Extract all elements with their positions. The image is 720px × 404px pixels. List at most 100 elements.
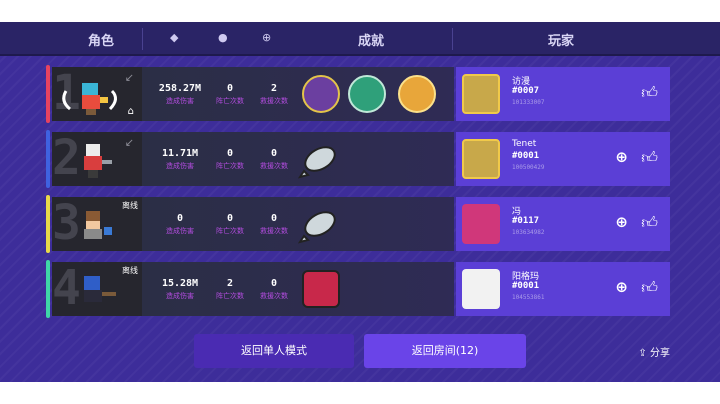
- rank-stripe: [46, 65, 50, 123]
- wolf-badge-icon[interactable]: [302, 75, 340, 113]
- character-portrait[interactable]: 4 离线: [52, 262, 142, 316]
- angel-badge-icon[interactable]: [348, 75, 386, 113]
- header-role: 角色: [88, 34, 115, 49]
- deaths-value: 0: [226, 213, 234, 224]
- like-icon[interactable]: 👍︎: [641, 278, 658, 298]
- rescues-value: 2: [270, 83, 278, 94]
- player-row: 1 ↙ ⌂ 258.27M 造成伤害 0 阵亡次数 2 救援次数 访漫 #000…: [46, 65, 670, 123]
- deaths-label: 阵亡次数: [216, 227, 244, 235]
- player-card: 冯 #0117 103634982 ⊕ 👍︎: [456, 197, 670, 251]
- header-achievements: 成就: [358, 34, 385, 49]
- share-button[interactable]: ⇪ 分享: [638, 344, 670, 359]
- fish-badge-icon[interactable]: [298, 139, 344, 179]
- deaths-label: 阵亡次数: [216, 292, 244, 300]
- player-avatar[interactable]: [462, 204, 500, 244]
- player-tag: #0007: [512, 86, 540, 96]
- player-number: 101333007: [512, 99, 545, 106]
- return-single-mode-button[interactable]: 返回单人模式: [194, 334, 354, 368]
- demon-badge-icon[interactable]: [302, 270, 340, 308]
- deaths-value: 0: [226, 148, 234, 159]
- like-icon[interactable]: 👍︎: [641, 213, 658, 233]
- add-friend-icon[interactable]: ⊕: [615, 278, 628, 296]
- player-avatar[interactable]: [462, 74, 500, 114]
- player-avatar[interactable]: [462, 269, 500, 309]
- stats-panel: 15.28M 造成伤害 2 阵亡次数 0 救援次数: [142, 262, 454, 316]
- share-icon: ⇪: [638, 348, 647, 359]
- results-screen: 角色 ◆ ● ⊕ 成就 玩家 1 ↙ ⌂ 258.27M 造成伤害 0 阵亡次数…: [0, 22, 720, 382]
- player-card: 阳格玛 #0001 104553861 ⊕ 👍︎: [456, 262, 670, 316]
- damage-label: 造成伤害: [166, 162, 194, 170]
- results-header: 角色 ◆ ● ⊕ 成就 玩家: [0, 22, 720, 56]
- like-icon[interactable]: 👍︎: [641, 148, 658, 168]
- share-label: 分享: [650, 348, 670, 359]
- header-divider: [142, 28, 143, 50]
- player-tag: #0001: [512, 151, 540, 161]
- stats-panel: 258.27M 造成伤害 0 阵亡次数 2 救援次数: [142, 67, 454, 121]
- rank-stripe: [46, 130, 50, 188]
- rescues-value: 0: [270, 278, 278, 289]
- rank-stripe: [46, 260, 50, 318]
- damage-stat: 15.28M 造成伤害: [150, 278, 210, 301]
- deaths-stat: 2 阵亡次数: [208, 278, 252, 301]
- cheese-badge-icon[interactable]: [398, 75, 436, 113]
- deaths-value: 0: [226, 83, 234, 94]
- damage-value: 15.28M: [161, 278, 199, 289]
- plus-circle-icon: ⊕: [262, 31, 272, 44]
- deaths-stat: 0 阵亡次数: [208, 83, 252, 106]
- damage-stat: 11.71M 造成伤害: [150, 148, 210, 171]
- damage-label: 造成伤害: [166, 97, 194, 105]
- header-divider: [452, 28, 453, 50]
- player-tag: #0117: [512, 216, 540, 226]
- skull-icon: ●: [218, 31, 228, 44]
- offline-tag: 离线: [122, 266, 138, 275]
- player-card: 访漫 #0007 101333007 👍︎: [456, 67, 670, 121]
- player-avatar[interactable]: [462, 139, 500, 179]
- rescues-label: 救援次数: [260, 227, 288, 235]
- rank-stripe: [46, 195, 50, 253]
- character-portrait[interactable]: 1 ↙ ⌂: [52, 67, 142, 121]
- stats-panel: 11.71M 造成伤害 0 阵亡次数 0 救援次数: [142, 132, 454, 186]
- like-icon[interactable]: 👍︎: [641, 83, 658, 103]
- deaths-stat: 0 阵亡次数: [208, 148, 252, 171]
- damage-value: 0: [176, 213, 184, 224]
- expand-arrow-icon: ↙: [124, 71, 134, 84]
- player-tag: #0001: [512, 281, 540, 291]
- damage-stat: 0 造成伤害: [150, 213, 210, 236]
- damage-stat: 258.27M 造成伤害: [150, 83, 210, 106]
- offline-tag: 离线: [122, 201, 138, 210]
- deaths-label: 阵亡次数: [216, 97, 244, 105]
- add-friend-icon[interactable]: ⊕: [615, 148, 628, 166]
- damage-value: 258.27M: [158, 83, 202, 94]
- header-players: 玩家: [548, 34, 575, 49]
- rescues-stat: 0 救援次数: [252, 213, 296, 236]
- rescues-label: 救援次数: [260, 97, 288, 105]
- rescues-value: 0: [270, 148, 278, 159]
- player-number: 103634982: [512, 229, 545, 236]
- damage-label: 造成伤害: [166, 227, 194, 235]
- fish-badge-icon[interactable]: [298, 204, 344, 244]
- player-row: 4 离线 15.28M 造成伤害 2 阵亡次数 0 救援次数 阳格玛 #0001…: [46, 260, 670, 318]
- player-row: 3 离线 0 造成伤害 0 阵亡次数 0 救援次数 冯 #0117 103634…: [46, 195, 670, 253]
- character-portrait[interactable]: 3 离线: [52, 197, 142, 251]
- rescues-label: 救援次数: [260, 162, 288, 170]
- player-card: Tenet #0001 100500429 ⊕ 👍︎: [456, 132, 670, 186]
- player-name: Tenet: [512, 139, 537, 149]
- damage-label: 造成伤害: [166, 292, 194, 300]
- return-room-button[interactable]: 返回房间(12): [364, 334, 526, 368]
- player-row: 2 ↙ 11.71M 造成伤害 0 阵亡次数 0 救援次数 Tenet #000…: [46, 130, 670, 188]
- rescues-stat: 0 救援次数: [252, 148, 296, 171]
- rescues-label: 救援次数: [260, 292, 288, 300]
- deaths-label: 阵亡次数: [216, 162, 244, 170]
- stats-panel: 0 造成伤害 0 阵亡次数 0 救援次数: [142, 197, 454, 251]
- sword-icon: ◆: [170, 31, 179, 44]
- expand-arrow-icon: ↙: [124, 136, 134, 149]
- rescues-stat: 2 救援次数: [252, 83, 296, 106]
- add-friend-icon[interactable]: ⊕: [615, 213, 628, 231]
- rescues-value: 0: [270, 213, 278, 224]
- deaths-value: 2: [226, 278, 234, 289]
- rescues-stat: 0 救援次数: [252, 278, 296, 301]
- player-number: 104553861: [512, 294, 545, 301]
- player-number: 100500429: [512, 164, 545, 171]
- character-portrait[interactable]: 2 ↙: [52, 132, 142, 186]
- deaths-stat: 0 阵亡次数: [208, 213, 252, 236]
